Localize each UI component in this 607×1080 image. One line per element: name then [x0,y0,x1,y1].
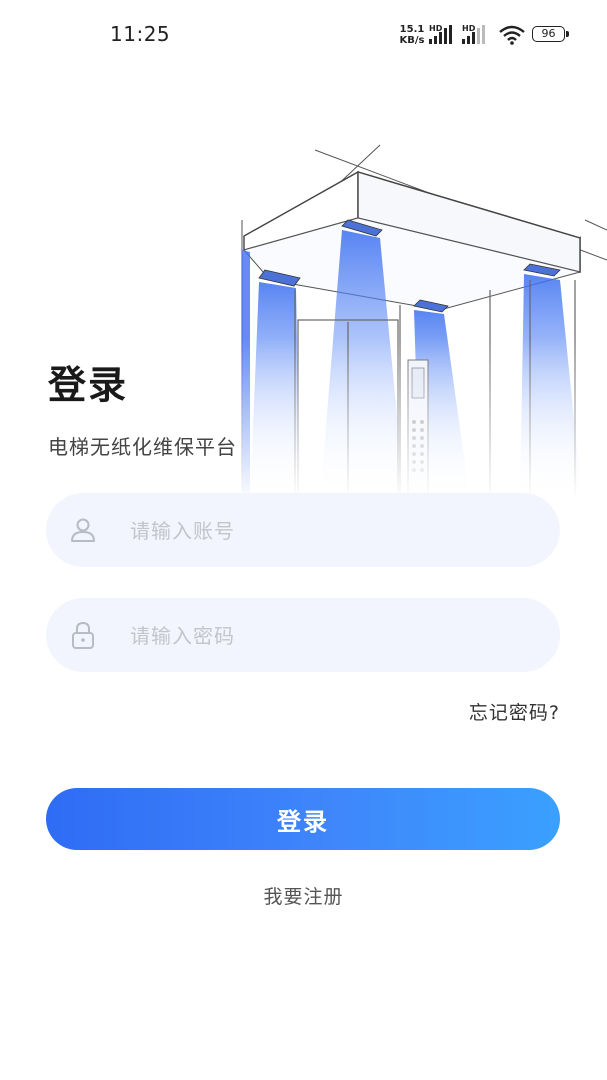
account-input[interactable] [128,493,542,569]
wifi-icon [499,25,525,45]
network-speed-unit: KB/s [399,35,425,46]
signal-icon-2: HD [462,24,490,50]
password-input[interactable] [128,598,542,674]
account-field[interactable] [46,493,560,569]
lock-icon [72,621,94,649]
hd-label-2: HD [462,24,476,33]
user-icon [71,518,95,542]
elevator-illustration [230,140,607,500]
status-bar: 11:25 15.1 KB/s HD HD 96 [0,0,607,70]
signal-icon-1: HD [429,24,457,50]
status-time: 11:25 [110,22,171,46]
hd-label-1: HD [429,24,443,33]
network-speed: 15.1 KB/s [397,24,427,46]
register-link[interactable]: 我要注册 [0,882,607,909]
login-button[interactable]: 登录 [46,788,560,850]
password-field[interactable] [46,598,560,674]
battery-cap [566,31,569,37]
battery-indicator: 96 [532,26,565,42]
network-speed-value: 15.1 [399,24,425,35]
forgot-password-link[interactable]: 忘记密码? [469,698,560,725]
page-subtitle: 电梯无纸化维保平台 [48,435,237,459]
page-title: 登录 [48,363,129,407]
